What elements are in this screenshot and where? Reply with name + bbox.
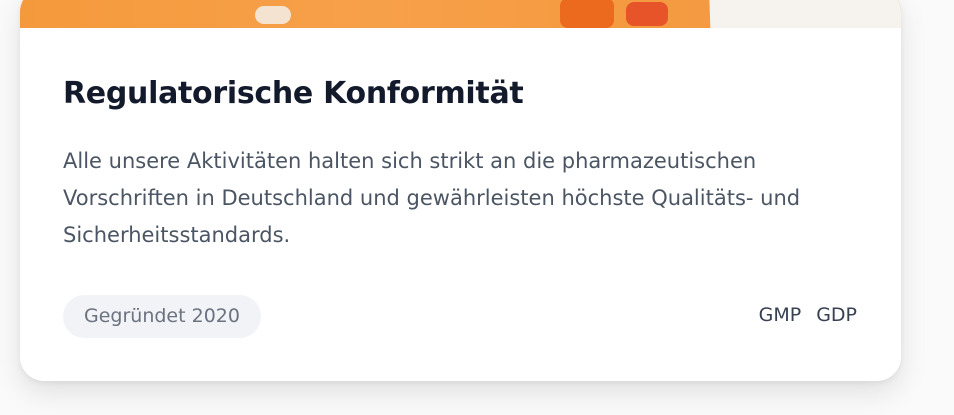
card-title: Regulatorische Konformität xyxy=(63,76,524,111)
medicine-bottle-shape xyxy=(626,2,668,26)
medicine-bottle-shape xyxy=(560,0,614,28)
pill-shape xyxy=(255,6,291,24)
prescription-paper-shape xyxy=(709,0,901,28)
card-image xyxy=(20,0,901,28)
page: Regulatorische Konformität Alle unsere A… xyxy=(0,0,954,415)
founded-badge: Gegründet 2020 xyxy=(63,295,261,338)
certification-list: GMP GDP xyxy=(759,304,857,326)
card-description: Alle unsere Aktivitäten halten sich stri… xyxy=(63,149,801,247)
certification-gmp: GMP xyxy=(758,304,802,326)
certification-gdp: GDP xyxy=(816,304,857,326)
info-card: Regulatorische Konformität Alle unsere A… xyxy=(20,0,901,381)
